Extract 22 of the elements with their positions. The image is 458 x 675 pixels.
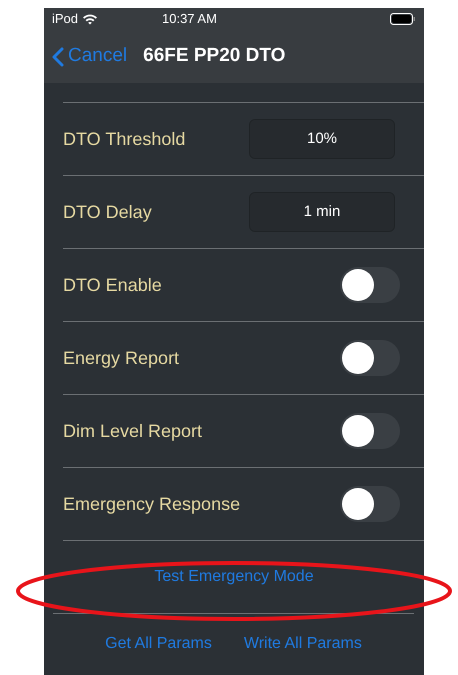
status-time: 10:37 AM [162, 10, 217, 28]
setting-label: Emergency Response [63, 492, 240, 516]
screen-title: 66FE PP20 DTO [143, 44, 286, 68]
test-emergency-mode-button[interactable]: Test Emergency Mode [154, 565, 314, 589]
wifi-icon [82, 13, 98, 25]
cancel-button[interactable]: Cancel [52, 42, 128, 71]
params-button[interactable]: Get All Params [105, 632, 212, 656]
setting-label: Dim Level Report [63, 420, 202, 443]
setting-label: Energy Report [63, 346, 180, 370]
carrier-label: iPod [52, 10, 78, 28]
toggle-switch[interactable] [340, 486, 400, 522]
battery-icon [390, 13, 416, 25]
value-field[interactable]: 1 min [249, 192, 395, 232]
toggle-switch[interactable] [340, 413, 400, 449]
params-button[interactable]: Write All Params [244, 632, 362, 656]
toggle-switch[interactable] [340, 340, 400, 376]
value-field[interactable]: 10% [249, 119, 395, 159]
setting-label: DTO Delay [63, 200, 152, 224]
toggle-switch[interactable] [340, 267, 400, 303]
setting-label: DTO Enable [63, 274, 162, 296]
chevron-left-icon [52, 46, 64, 66]
setting-label: DTO Threshold [63, 128, 186, 150]
